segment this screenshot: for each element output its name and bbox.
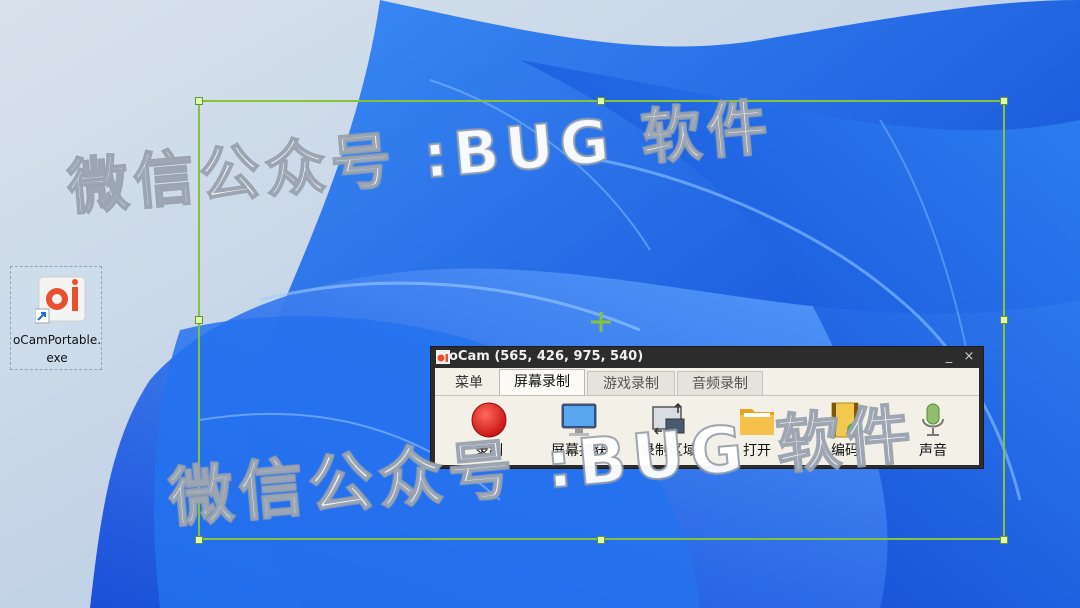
microphone-icon (922, 403, 944, 436)
desktop-icon-ocamportable[interactable]: oCamPortable.exe (10, 266, 102, 370)
tab-audio-record[interactable]: 音频录制 (677, 371, 763, 395)
ocam-titlebar[interactable]: oCam (565, 426, 975, 540) _ × (431, 347, 983, 367)
resize-handle-bottom-right[interactable] (1000, 536, 1008, 544)
resize-handle-bottom[interactable] (597, 536, 605, 544)
ocam-app-icon (35, 276, 86, 324)
resize-handle-top-right[interactable] (1000, 97, 1008, 105)
tab-menu[interactable]: 菜单 (441, 371, 497, 395)
ocam-title: oCam (565, 426, 975, 540) (449, 349, 644, 364)
tab-screen-record[interactable]: 屏幕录制 (499, 369, 585, 396)
ocam-logo-icon (436, 350, 450, 364)
minimize-button[interactable]: _ (941, 347, 957, 367)
resize-handle-right[interactable] (1000, 316, 1008, 324)
tab-game-record[interactable]: 游戏录制 (587, 371, 675, 395)
move-crosshair-icon[interactable] (590, 311, 612, 333)
close-button[interactable]: × (961, 347, 977, 367)
resize-handle-top-left[interactable] (195, 97, 203, 105)
resize-handle-left[interactable] (195, 316, 203, 324)
desktop-icon-label: oCamPortable.exe (12, 333, 102, 365)
